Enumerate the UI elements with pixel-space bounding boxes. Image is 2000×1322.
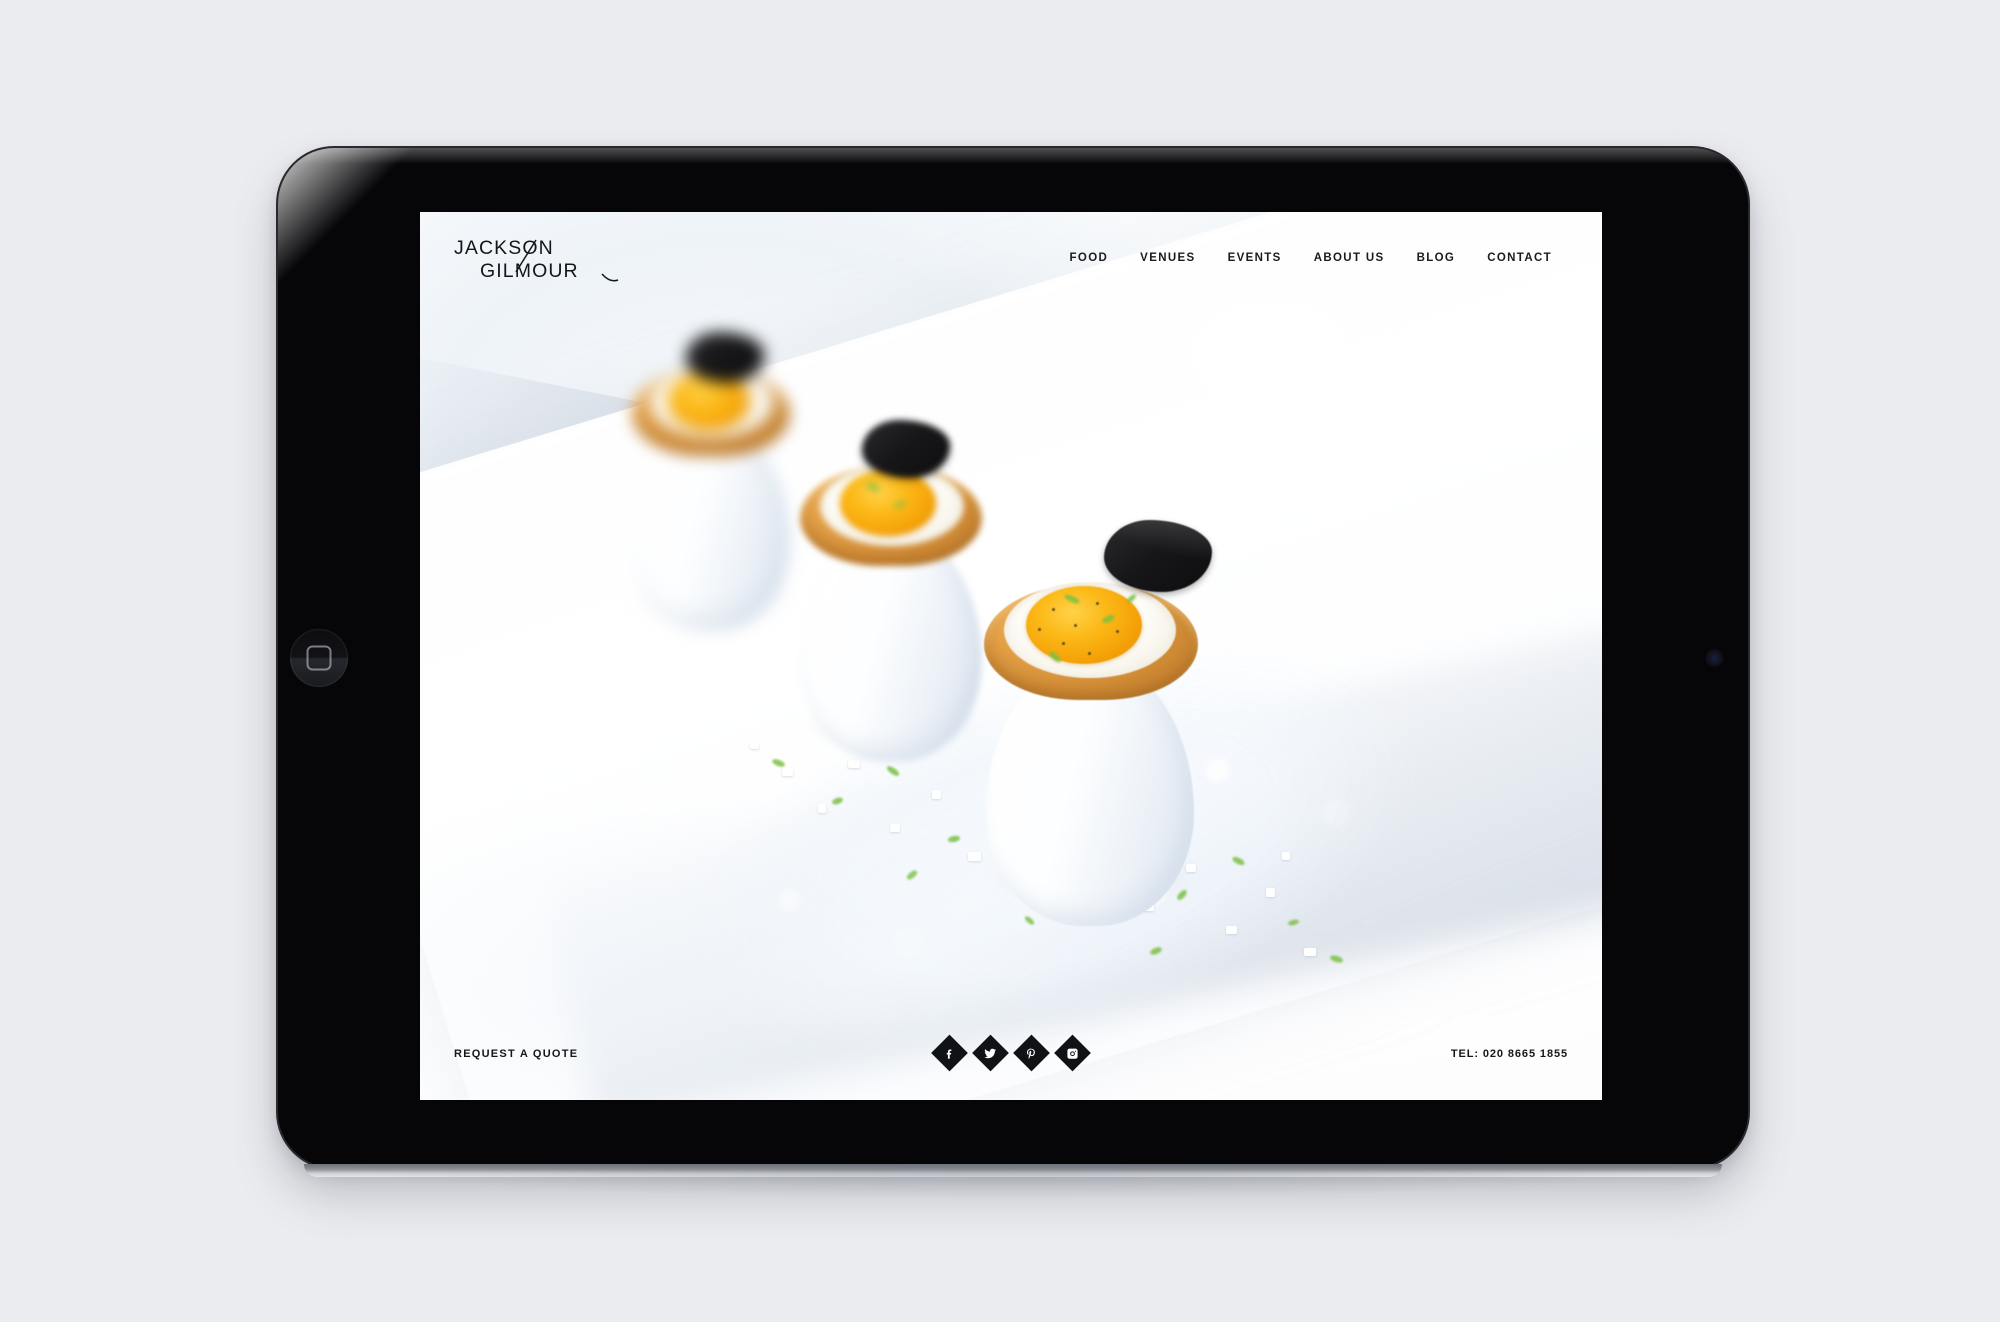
home-button[interactable] (290, 629, 348, 687)
pinterest-icon (1025, 1047, 1038, 1060)
instagram-icon (1066, 1047, 1079, 1060)
instagram-link[interactable] (1054, 1034, 1091, 1072)
home-button-square-icon (306, 645, 332, 671)
logo-line-1: JACKSON (454, 237, 554, 259)
twitter-icon (984, 1046, 998, 1060)
nav-item-about-us[interactable]: ABOUT US (1298, 246, 1401, 270)
tablet-drop-shadow (338, 1164, 1688, 1198)
facebook-link[interactable] (931, 1034, 968, 1072)
telephone-link[interactable]: TEL: 020 8665 1855 (1451, 1048, 1568, 1060)
nav-item-food[interactable]: FOOD (1054, 246, 1125, 270)
pinterest-link[interactable] (1013, 1034, 1050, 1072)
egg-dish-front (956, 512, 1246, 932)
social-links (931, 1034, 1091, 1072)
site-footer: REQUEST A QUOTE TEL: 020 8665 1855 (420, 1020, 1602, 1100)
tablet-screen: JACKSON GILMOUR FOOD VENUES EVENTS ABOUT… (420, 212, 1602, 1100)
facebook-icon (943, 1047, 956, 1060)
request-a-quote-link[interactable]: REQUEST A QUOTE (454, 1048, 578, 1060)
logo-tail-flourish (601, 273, 619, 282)
nav-item-contact[interactable]: CONTACT (1471, 246, 1568, 270)
nav-item-blog[interactable]: BLOG (1401, 246, 1472, 270)
nav-item-venues[interactable]: VENUES (1124, 246, 1211, 270)
nav-item-events[interactable]: EVENTS (1212, 246, 1298, 270)
front-camera-icon (1707, 650, 1722, 666)
main-navigation: FOOD VENUES EVENTS ABOUT US BLOG CONTACT (1054, 246, 1568, 270)
site-header: JACKSON GILMOUR FOOD VENUES EVENTS ABOUT… (420, 212, 1602, 300)
logo-line-2: GILMOUR (480, 260, 579, 282)
tablet-device: JACKSON GILMOUR FOOD VENUES EVENTS ABOUT… (278, 148, 1748, 1198)
jackson-gilmour-logo[interactable]: JACKSON GILMOUR (452, 234, 648, 290)
twitter-link[interactable] (972, 1034, 1009, 1072)
hero-image (420, 212, 1602, 1100)
screenshot-stage: JACKSON GILMOUR FOOD VENUES EVENTS ABOUT… (0, 0, 2000, 1322)
